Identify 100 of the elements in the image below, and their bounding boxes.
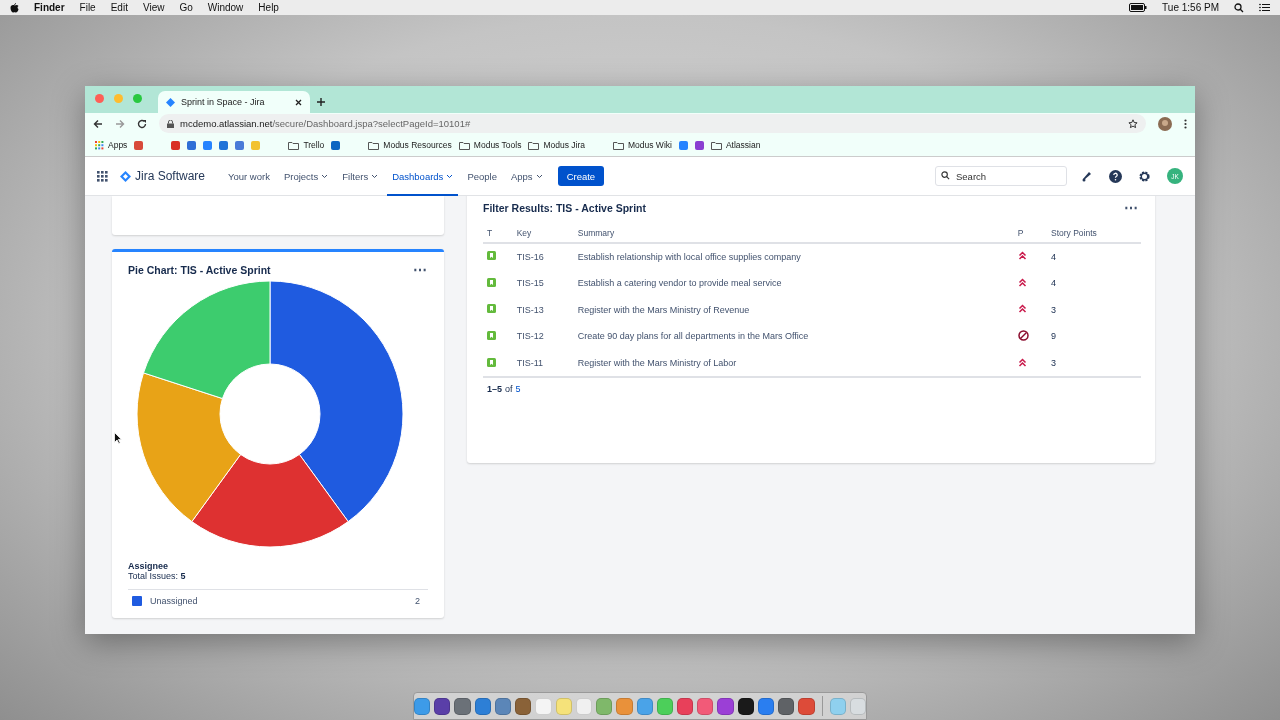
nav-item[interactable]: Apps	[505, 156, 548, 196]
bookmark[interactable]: Modus Resources	[368, 140, 452, 150]
diamond-logo-icon	[120, 170, 131, 182]
issue-summary[interactable]: Register with the Mars Ministry of Labor	[577, 358, 737, 369]
menu-item[interactable]: Help	[258, 2, 279, 13]
caret-icon	[446, 173, 454, 179]
double-chevron-icon	[1017, 357, 1027, 367]
blocked-icon	[1017, 329, 1029, 341]
folder-icon	[528, 140, 540, 150]
issue-summary[interactable]: Register with the Mars Ministry of Revenue	[577, 304, 750, 315]
apple-icon[interactable]	[10, 2, 19, 13]
bookmark-icon[interactable]	[203, 140, 213, 150]
menu-item[interactable]: File	[79, 2, 96, 13]
battery-icon	[1129, 3, 1148, 12]
forward-arrow-icon[interactable]	[115, 118, 125, 129]
legend-label[interactable]: Unassigned	[150, 596, 407, 606]
caret-icon	[321, 173, 329, 179]
plus-icon[interactable]	[316, 97, 326, 107]
bookmark-icon[interactable]	[171, 140, 181, 150]
address-bar[interactable]: mcdemo.atlassian.net/secure/Dashboard.jspa?selectPageId=10101#	[159, 114, 1146, 133]
issue-key[interactable]: TIS-15	[516, 278, 544, 289]
search-icon	[941, 171, 950, 180]
app-icon[interactable]	[778, 697, 795, 715]
search-icon[interactable]	[1234, 2, 1244, 13]
app-icon[interactable]	[737, 697, 754, 715]
total-link[interactable]: 5	[515, 384, 521, 395]
folder-icon	[288, 140, 300, 150]
caret-icon	[371, 173, 379, 179]
bookmark[interactable]: Apps	[95, 140, 128, 150]
bookmark[interactable]: Modus Jira	[528, 140, 585, 150]
column-header: T	[483, 224, 513, 243]
column-header: Story Points	[1047, 224, 1141, 243]
app-icon[interactable]	[434, 697, 451, 715]
menu-item[interactable]: Edit	[110, 2, 128, 13]
settings-icon[interactable]	[1138, 169, 1151, 183]
story-points: 4	[1051, 251, 1056, 262]
double-chevron-icon	[1017, 277, 1027, 287]
issue-summary[interactable]: Establish relationship with local office supplies company	[577, 251, 801, 262]
caret-icon	[535, 173, 543, 179]
folder-icon	[368, 140, 380, 150]
story-icon	[487, 304, 496, 314]
bookmark-icon[interactable]	[219, 140, 229, 150]
legend-count: 2	[415, 596, 420, 606]
bookmark-icon[interactable]	[331, 140, 341, 150]
range-text: 1–5	[487, 384, 503, 395]
bookmark-icon[interactable]	[187, 140, 197, 150]
bookmark-icon[interactable]	[134, 140, 144, 150]
nav-item[interactable]: People	[462, 156, 502, 196]
story-points: 9	[1051, 331, 1056, 342]
more-icon[interactable]	[1184, 118, 1187, 129]
nav-item[interactable]: Your work	[223, 156, 275, 196]
story-icon	[487, 357, 496, 367]
search-field[interactable]: Search	[935, 166, 1067, 186]
issue-summary[interactable]: Create 90 day plans for all departments in the Mars Office	[577, 331, 809, 342]
total-issues-text: Total Issues: 5	[128, 571, 187, 581]
issue-key[interactable]: TIS-12	[516, 331, 544, 342]
column-header: Summary	[573, 224, 1014, 243]
issue-summary[interactable]: Establish a catering vendor to provide meal service	[577, 278, 782, 289]
column-header: Key	[512, 224, 574, 243]
menu-item[interactable]: View	[142, 2, 165, 13]
bookmark-icon[interactable]	[235, 140, 245, 150]
product-logo-text: Jira Software	[135, 169, 206, 183]
bookmark[interactable]: Atlassian	[710, 140, 761, 150]
star-icon[interactable]	[1128, 118, 1138, 129]
of-text: of	[505, 384, 513, 395]
story-points: 3	[1051, 304, 1056, 315]
folder-icon	[613, 140, 624, 150]
back-arrow-icon[interactable]	[93, 118, 103, 129]
menu-item[interactable]: Go	[179, 2, 193, 13]
story-icon	[487, 277, 496, 287]
issue-key[interactable]: TIS-16	[516, 251, 544, 262]
group-label: Assignee	[128, 561, 170, 571]
list-icon[interactable]	[1259, 3, 1270, 12]
menu-clock: Tue 1:56 PM	[1162, 2, 1219, 13]
story-points: 4	[1051, 278, 1056, 289]
bookmark[interactable]: Trello	[288, 140, 325, 150]
more-button[interactable]: ⋯	[1124, 205, 1139, 211]
bookmark-icon[interactable]	[678, 140, 688, 150]
nav-item[interactable]: Projects	[278, 156, 334, 196]
story-icon	[487, 251, 496, 261]
menu-item[interactable]: Window	[207, 2, 244, 13]
create-button[interactable]: Create	[557, 166, 605, 186]
issue-key[interactable]: TIS-11	[516, 358, 543, 369]
close-window-button[interactable]	[95, 94, 104, 103]
nav-item[interactable]: Filters	[337, 156, 384, 196]
issue-key[interactable]: TIS-13	[516, 304, 544, 315]
bookmark-icon[interactable]	[694, 140, 704, 150]
gadget-title: Pie Chart: TIS - Active Sprint	[128, 264, 271, 276]
reload-icon[interactable]	[137, 118, 147, 129]
double-chevron-icon	[1017, 251, 1027, 261]
close-icon[interactable]	[295, 98, 302, 106]
app-menu-title[interactable]: Finder	[34, 2, 65, 13]
grid-menu-icon[interactable]	[97, 170, 108, 182]
browser-tab[interactable]: Sprint in Space - Jira	[158, 91, 310, 113]
bookmark[interactable]: Modus Tools	[458, 140, 522, 150]
bookmark[interactable]: Modus Wiki	[613, 140, 672, 150]
lock-icon	[167, 119, 174, 128]
story-icon	[487, 330, 496, 340]
more-button[interactable]: ⋯	[413, 267, 428, 273]
help-icon[interactable]	[1109, 169, 1122, 183]
